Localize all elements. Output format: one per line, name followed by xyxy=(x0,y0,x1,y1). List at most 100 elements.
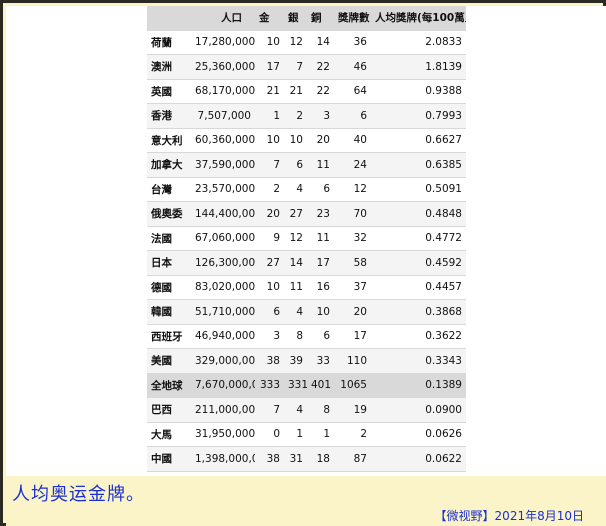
table-row: 韓國 51,710,000 6 4 10 20 0.3868 xyxy=(147,299,466,325)
header-silver: 銀 xyxy=(284,6,307,31)
cell-country: 加拿大 xyxy=(147,152,191,178)
cell-silver: 31 xyxy=(284,446,307,472)
cell-medal-count: 6 xyxy=(334,103,371,129)
cell-gold: 0 xyxy=(255,422,284,447)
cell-population: 31,950,000 xyxy=(191,422,255,447)
cell-country: 法國 xyxy=(147,226,191,251)
cell-silver: 12 xyxy=(284,30,307,55)
cell-per-capita: 1.8139 xyxy=(371,54,466,80)
table-row: 日本126,300,000271417580.4592 xyxy=(147,250,466,276)
table-row: 德國 83,020,000 10 11 16 37 0.4457 xyxy=(147,275,466,300)
cell-country: 西班牙 xyxy=(147,324,191,349)
cell-population: 17,280,000 xyxy=(191,30,255,55)
cell-per-capita: 0.4848 xyxy=(371,201,466,227)
header-medal-count: 獎牌數 xyxy=(334,6,371,31)
cell-gold: 7 xyxy=(255,152,284,178)
header-bronze: 銅 xyxy=(307,6,334,31)
cell-bronze: 10 xyxy=(307,299,334,325)
cell-gold: 7 xyxy=(255,397,284,423)
cell-per-capita: 0.5091 xyxy=(371,177,466,202)
cell-medal-count: 1065 xyxy=(334,373,371,398)
cell-silver: 4 xyxy=(284,177,307,202)
cell-per-capita: 2.0833 xyxy=(371,30,466,55)
cell-gold: 9 xyxy=(255,226,284,251)
caption-text: 人均奥运金牌。 xyxy=(12,484,145,505)
cell-population: 7,507,000 xyxy=(191,103,255,129)
header-per-capita: 人均獎牌(每100萬人) xyxy=(371,6,466,31)
cell-country: 香港 xyxy=(147,103,191,129)
table-header-row: 人口 金 銀 銅 獎牌數 人均獎牌(每100萬人) xyxy=(147,6,466,31)
cell-bronze: 8 xyxy=(307,397,334,423)
cell-gold: 20 xyxy=(255,201,284,227)
cell-silver: 27 xyxy=(284,201,307,227)
cell-country: 英國 xyxy=(147,79,191,104)
cell-medal-count: 58 xyxy=(334,250,371,276)
table-row: 俄奧委144,400,000202723700.4848 xyxy=(147,201,466,227)
cell-bronze: 16 xyxy=(307,275,334,300)
cell-silver: 7 xyxy=(284,54,307,80)
cell-country: 澳洲 xyxy=(147,54,191,80)
cell-bronze: 23 xyxy=(307,201,334,227)
cell-silver: 331 xyxy=(284,373,307,398)
cell-population: 329,000,000 xyxy=(191,348,255,374)
cell-per-capita: 0.1389 xyxy=(371,373,466,398)
cell-silver: 39 xyxy=(284,348,307,374)
cell-gold: 10 xyxy=(255,30,284,55)
cell-per-capita: 0.3868 xyxy=(371,299,466,325)
cell-per-capita: 0.0622 xyxy=(371,446,466,472)
cell-medal-count: 32 xyxy=(334,226,371,251)
cell-country: 大馬 xyxy=(147,422,191,447)
cell-population: 51,710,000 xyxy=(191,299,255,325)
cell-silver: 21 xyxy=(284,79,307,104)
cell-medal-count: 36 xyxy=(334,30,371,55)
table-row: 西班牙 46,940,000 3 8 6 17 0.3622 xyxy=(147,324,466,349)
cell-country: 韓國 xyxy=(147,299,191,325)
cell-population: 23,570,000 xyxy=(191,177,255,202)
cell-silver: 1 xyxy=(284,422,307,447)
cell-silver: 14 xyxy=(284,250,307,276)
cell-medal-count: 64 xyxy=(334,79,371,104)
cell-per-capita: 0.0900 xyxy=(371,397,466,423)
cell-per-capita: 0.9388 xyxy=(371,79,466,104)
cell-gold: 1 xyxy=(255,103,284,129)
table-row: 法國 67,060,000 9 12 11 32 0.4772 xyxy=(147,226,466,251)
cell-per-capita: 0.4592 xyxy=(371,250,466,276)
cell-silver: 2 xyxy=(284,103,307,129)
cell-bronze: 18 xyxy=(307,446,334,472)
cell-silver: 10 xyxy=(284,128,307,153)
cell-bronze: 11 xyxy=(307,152,334,178)
cell-bronze: 17 xyxy=(307,250,334,276)
cell-bronze: 22 xyxy=(307,79,334,104)
table-body: 荷蘭 17,280,000 10 12 14 36 2.0833 澳洲 25,360,000 17… xyxy=(147,30,466,476)
cell-per-capita: 0.4772 xyxy=(371,226,466,251)
table-row: 加拿大 37,590,000 7 6 11 24 0.6385 xyxy=(147,152,466,178)
table-row: 英國 68,170,000 21 21 22 64 0.9388 xyxy=(147,79,466,104)
credit-text: 【微视野】2021年8月10日 xyxy=(434,509,584,523)
cell-silver: 8 xyxy=(284,324,307,349)
cell-gold: 38 xyxy=(255,348,284,374)
cell-bronze: 3 xyxy=(307,103,334,129)
cell-population: 126,300,000 xyxy=(191,250,255,276)
cell-country: 德國 xyxy=(147,275,191,300)
cell-per-capita: 0.0626 xyxy=(371,422,466,447)
cell-medal-count: 110 xyxy=(334,348,371,374)
cell-medal-count: 2 xyxy=(334,422,371,447)
cell-medal-count: 40 xyxy=(334,128,371,153)
cell-bronze: 20 xyxy=(307,128,334,153)
medal-table: 人口 金 銀 銅 獎牌數 人均獎牌(每100萬人) 荷蘭17,280,00010… xyxy=(147,6,466,476)
cell-population: 25,360,000 xyxy=(191,54,255,80)
cell-population: 7,670,000,000 xyxy=(191,373,255,398)
table-row: 荷蘭 17,280,000 10 12 14 36 2.0833 xyxy=(147,30,466,55)
cell-population: 211,000,000 xyxy=(191,397,255,423)
cell-medal-count: 17 xyxy=(334,324,371,349)
cell-country: 美國 xyxy=(147,348,191,374)
cell-per-capita: 0.3622 xyxy=(371,324,466,349)
cell-population: 83,020,000 xyxy=(191,275,255,300)
cell-per-capita: 0.6385 xyxy=(371,152,466,178)
cell-medal-count: 20 xyxy=(334,299,371,325)
cell-gold: 17 xyxy=(255,54,284,80)
cell-medal-count: 46 xyxy=(334,54,371,80)
cell-bronze: 22 xyxy=(307,54,334,80)
cell-country: 中國 xyxy=(147,446,191,472)
cell-population: 1,398,000,000 xyxy=(191,446,255,472)
